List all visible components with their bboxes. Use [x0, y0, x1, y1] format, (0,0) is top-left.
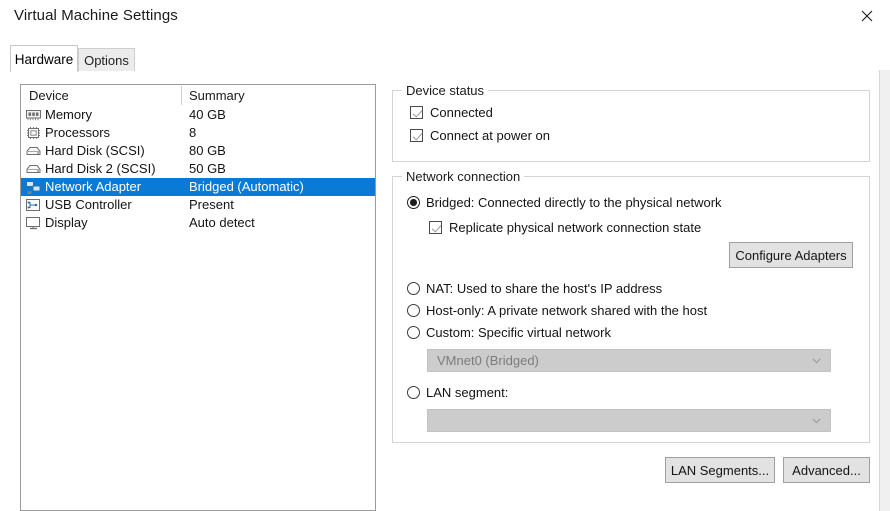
device-status-group: Device status Connected Connect at power…	[392, 90, 870, 162]
device-list[interactable]: Device Summary Memory 40 GB	[20, 84, 376, 511]
advanced-button[interactable]: Advanced...	[783, 457, 870, 483]
usb-controller-icon	[25, 197, 42, 213]
device-name: Display	[45, 215, 88, 230]
display-icon	[25, 215, 42, 231]
connect-at-power-on-checkbox[interactable]: Connect at power on	[410, 128, 550, 143]
chevron-down-icon	[812, 358, 821, 364]
connect-at-power-on-label: Connect at power on	[430, 128, 550, 143]
column-header-summary: Summary	[189, 88, 245, 103]
custom-virtual-network-dropdown[interactable]: VMnet0 (Bridged)	[427, 349, 831, 372]
network-connection-group: Network connection Bridged: Connected di…	[392, 176, 870, 443]
device-name: Hard Disk 2 (SCSI)	[45, 161, 156, 176]
radio-lan-segment-label: LAN segment:	[426, 385, 508, 400]
lan-segments-button[interactable]: LAN Segments...	[665, 457, 775, 483]
device-summary: Bridged (Automatic)	[189, 179, 304, 194]
connected-checkbox[interactable]: Connected	[410, 105, 493, 120]
window-right-edge	[879, 70, 890, 511]
virtual-machine-settings-dialog: Virtual Machine Settings Hardware Option…	[0, 0, 890, 511]
hard-disk-icon	[25, 161, 42, 177]
device-row-usb-controller[interactable]: USB Controller Present	[21, 196, 375, 214]
device-row-memory[interactable]: Memory 40 GB	[21, 106, 375, 124]
radio-host-only-label: Host-only: A private network shared with…	[426, 303, 707, 318]
chevron-down-icon	[812, 418, 821, 424]
lan-segment-dropdown[interactable]	[427, 409, 831, 432]
device-row-hard-disk-2[interactable]: Hard Disk 2 (SCSI) 50 GB	[21, 160, 375, 178]
network-adapter-icon	[25, 179, 42, 195]
tab-hardware[interactable]: Hardware	[10, 45, 78, 72]
network-connection-group-title: Network connection	[402, 169, 524, 184]
device-list-header: Device Summary	[21, 85, 375, 106]
radio-host-only[interactable]: Host-only: A private network shared with…	[407, 303, 707, 318]
replicate-physical-state-label: Replicate physical network connection st…	[449, 220, 701, 235]
device-summary: Present	[189, 197, 234, 212]
memory-icon	[25, 107, 42, 123]
checkbox-icon	[410, 129, 423, 142]
radio-bridged[interactable]: Bridged: Connected directly to the physi…	[407, 195, 722, 210]
tab-options[interactable]: Options	[78, 48, 135, 71]
radio-lan-segment[interactable]: LAN segment:	[407, 385, 508, 400]
connected-label: Connected	[430, 105, 493, 120]
replicate-physical-state-checkbox[interactable]: Replicate physical network connection st…	[429, 220, 701, 235]
device-status-group-title: Device status	[402, 83, 488, 98]
column-divider	[181, 86, 182, 105]
radio-bridged-label: Bridged: Connected directly to the physi…	[426, 195, 722, 210]
configure-adapters-button[interactable]: Configure Adapters	[729, 242, 853, 268]
radio-custom-label: Custom: Specific virtual network	[426, 325, 611, 340]
custom-virtual-network-value: VMnet0 (Bridged)	[437, 353, 539, 368]
title-bar: Virtual Machine Settings	[0, 0, 890, 36]
radio-icon	[407, 196, 420, 209]
processor-icon	[25, 125, 42, 141]
checkbox-icon	[410, 106, 423, 119]
device-row-processors[interactable]: Processors 8	[21, 124, 375, 142]
device-row-display[interactable]: Display Auto detect	[21, 214, 375, 232]
radio-nat[interactable]: NAT: Used to share the host's IP address	[407, 281, 662, 296]
close-window-button[interactable]	[844, 0, 890, 32]
radio-icon	[407, 304, 420, 317]
device-row-hard-disk[interactable]: Hard Disk (SCSI) 80 GB	[21, 142, 375, 160]
device-name: Processors	[45, 125, 110, 140]
device-name: Network Adapter	[45, 179, 141, 194]
device-summary: 8	[189, 125, 196, 140]
device-row-network-adapter[interactable]: Network Adapter Bridged (Automatic)	[21, 178, 375, 196]
radio-icon	[407, 282, 420, 295]
radio-custom[interactable]: Custom: Specific virtual network	[407, 325, 611, 340]
close-icon	[861, 10, 873, 22]
radio-icon	[407, 386, 420, 399]
column-header-device: Device	[29, 88, 69, 103]
device-name: USB Controller	[45, 197, 132, 212]
checkbox-icon	[429, 221, 442, 234]
device-summary: 40 GB	[189, 107, 226, 122]
radio-icon	[407, 326, 420, 339]
device-summary: 80 GB	[189, 143, 226, 158]
device-name: Memory	[45, 107, 92, 122]
device-name: Hard Disk (SCSI)	[45, 143, 145, 158]
hard-disk-icon	[25, 143, 42, 159]
device-summary: Auto detect	[189, 215, 255, 230]
device-summary: 50 GB	[189, 161, 226, 176]
window-title: Virtual Machine Settings	[14, 7, 178, 24]
radio-nat-label: NAT: Used to share the host's IP address	[426, 281, 662, 296]
